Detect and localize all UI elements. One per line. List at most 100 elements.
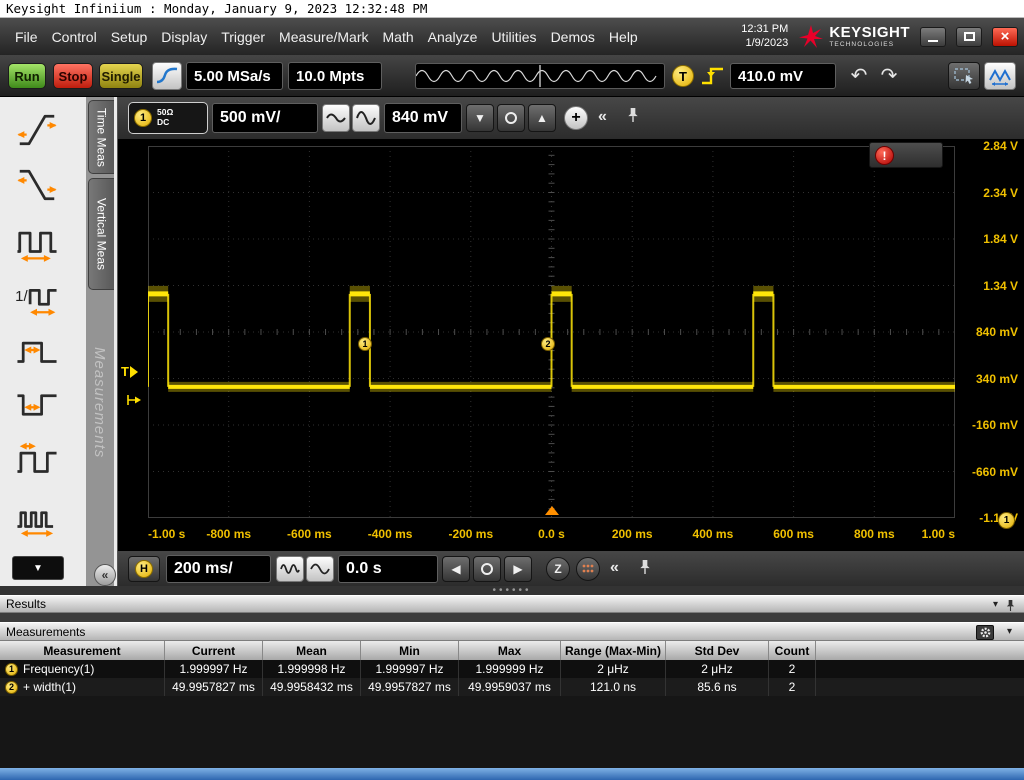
redo-button[interactable]: ↷ [876, 62, 902, 88]
collapse-sidebar-button[interactable]: « [94, 564, 116, 586]
frequency-icon[interactable]: 1/ [14, 272, 60, 318]
horizontal-scale-button[interactable] [152, 62, 182, 90]
scale-increase-button[interactable] [352, 104, 380, 132]
timebase-position-display[interactable]: 0.0 s [338, 555, 438, 583]
offset-down-button[interactable]: ▼ [466, 104, 494, 132]
measurement-settings-button[interactable] [976, 625, 994, 640]
channel-1-badge: 1 [134, 109, 152, 127]
large-sine-icon [356, 109, 376, 127]
zoom-button[interactable]: Z [546, 557, 570, 581]
measurement-value-cell: 1.999999 Hz [459, 660, 561, 678]
panel-splitter[interactable]: •••••• [0, 586, 1024, 595]
main-toolbar: Run Stop Single 5.00 MSa/s 10.0 Mpts T 4… [0, 55, 1024, 97]
warning-button[interactable]: ! [869, 142, 943, 168]
column-header[interactable]: Min [361, 641, 459, 660]
horizontal-badge: H [135, 560, 153, 578]
trigger-edge-icon[interactable] [699, 64, 726, 88]
column-header[interactable]: Measurement [0, 641, 165, 660]
rise-time-icon[interactable] [14, 107, 60, 153]
more-measurements-button[interactable]: ▼ [12, 556, 64, 580]
trigger-level-display[interactable]: 410.0 mV [730, 63, 836, 89]
menu-help[interactable]: Help [602, 18, 645, 55]
clock-time: 12:31 PM [741, 23, 788, 37]
pin-icon[interactable] [626, 106, 640, 124]
timebase-compress-button[interactable] [276, 556, 304, 582]
menu-math[interactable]: Math [376, 18, 421, 55]
minimize-button[interactable] [920, 27, 946, 47]
waveform-tools-button[interactable] [984, 62, 1016, 90]
positive-width-icon[interactable] [14, 327, 60, 373]
keysight-logo: KEYSIGHT TECHNOLOGIES [798, 24, 910, 50]
timebase-scale-display[interactable]: 200 ms/ [166, 555, 271, 583]
position-left-button[interactable]: ◀ [442, 556, 470, 582]
channel-1-button[interactable]: 1 50Ω DC [128, 102, 208, 134]
close-button[interactable]: × [992, 27, 1018, 47]
acquisition-dots-button[interactable] [576, 557, 600, 581]
menu-measure-mark[interactable]: Measure/Mark [272, 18, 375, 55]
menu-control[interactable]: Control [45, 18, 104, 55]
waveform-graticule[interactable] [148, 146, 955, 518]
tab-time-meas[interactable]: Time Meas [88, 100, 114, 174]
menu-file[interactable]: File [8, 18, 45, 55]
pin-icon[interactable] [1005, 599, 1016, 612]
menu-display[interactable]: Display [154, 18, 214, 55]
collapse-horizontal-controls[interactable]: « [610, 559, 619, 577]
column-header[interactable]: Mean [263, 641, 361, 660]
fall-time-icon[interactable] [14, 162, 60, 208]
duty-cycle-icon[interactable] [14, 437, 60, 483]
chevron-down-icon[interactable]: ▾ [1007, 626, 1012, 637]
undo-button[interactable]: ↶ [846, 62, 872, 88]
channel-ground-marker[interactable] [126, 392, 142, 408]
tab-vertical-meas[interactable]: Vertical Meas [88, 178, 114, 290]
measurement-badge: 2 [5, 681, 18, 694]
menu-analyze[interactable]: Analyze [421, 18, 485, 55]
region-select-button[interactable] [948, 62, 980, 90]
trigger-time-marker[interactable] [545, 506, 559, 515]
chevron-down-icon[interactable]: ▾ [993, 599, 998, 610]
column-header[interactable]: Std Dev [666, 641, 769, 660]
scale-decrease-button[interactable] [322, 104, 350, 132]
pin-icon[interactable] [638, 558, 652, 576]
measurement-value-cell: 49.9958432 ms [263, 678, 361, 696]
measurement-value-cell: 49.9957827 ms [361, 678, 459, 696]
sample-rate-display[interactable]: 5.00 MSa/s [186, 62, 283, 90]
period-icon[interactable] [14, 217, 60, 263]
trigger-badge[interactable]: T [672, 65, 694, 87]
column-header[interactable]: Count [769, 641, 816, 660]
collapse-channel-controls[interactable]: « [598, 108, 607, 126]
horizontal-menu-button[interactable]: H [128, 556, 160, 582]
menu-utilities[interactable]: Utilities [484, 18, 543, 55]
measurement-marker-1: 1 [358, 337, 372, 351]
measurement-row[interactable]: 1Frequency(1)1.999997 Hz1.999998 Hz1.999… [0, 660, 1024, 678]
stop-button[interactable]: Stop [53, 63, 93, 89]
trigger-level-marker[interactable]: T [121, 364, 138, 379]
selection-rect-icon [953, 66, 975, 86]
measurement-value-cell: 49.9959037 ms [459, 678, 561, 696]
run-button[interactable]: Run [8, 63, 46, 89]
menu-demos[interactable]: Demos [544, 18, 602, 55]
burst-width-icon[interactable] [14, 492, 60, 538]
voltage-axis-label: 340 mV [956, 372, 1018, 386]
channel-offset-display[interactable]: 840 mV [384, 103, 462, 133]
menu-trigger[interactable]: Trigger [214, 18, 272, 55]
timebase-expand-button[interactable] [306, 556, 334, 582]
voltage-axis-label: 2.34 V [956, 186, 1018, 200]
measurement-row[interactable]: 2+ width(1)49.9957827 ms49.9958432 ms49.… [0, 678, 1024, 696]
memory-depth-display[interactable]: 10.0 Mpts [288, 62, 382, 90]
time-axis-label: 200 ms [612, 527, 653, 541]
wide-sine-icon [310, 562, 330, 576]
column-header[interactable]: Range (Max-Min) [561, 641, 666, 660]
single-button[interactable]: Single [99, 63, 143, 89]
channel-scale-display[interactable]: 500 mV/ [212, 103, 318, 133]
position-right-button[interactable]: ▶ [504, 556, 532, 582]
negative-width-icon[interactable] [14, 382, 60, 428]
add-waveform-button[interactable]: + [564, 106, 588, 130]
offset-fine-button[interactable] [497, 104, 525, 132]
menu-setup[interactable]: Setup [104, 18, 155, 55]
position-fine-button[interactable] [473, 556, 501, 582]
acquisition-preview[interactable] [415, 63, 665, 89]
column-header[interactable]: Current [165, 641, 263, 660]
column-header[interactable]: Max [459, 641, 561, 660]
maximize-button[interactable] [956, 27, 982, 47]
offset-up-button[interactable]: ▲ [528, 104, 556, 132]
